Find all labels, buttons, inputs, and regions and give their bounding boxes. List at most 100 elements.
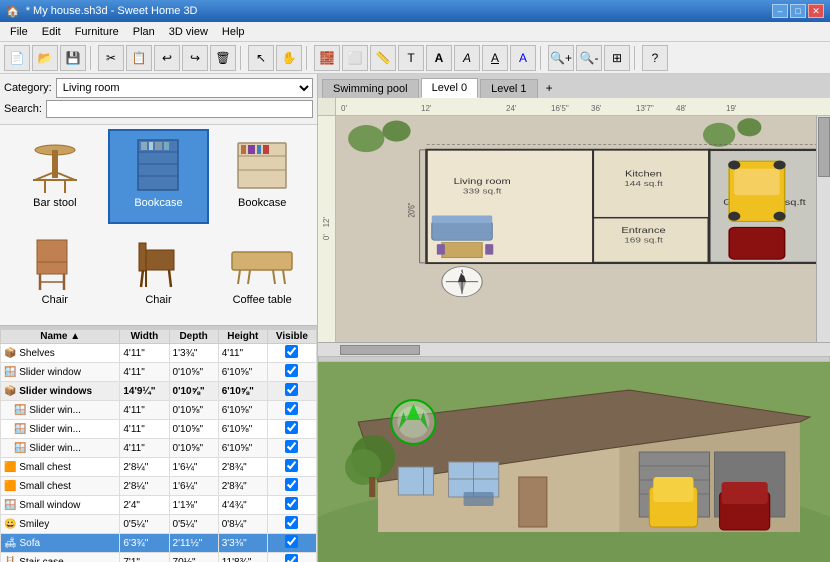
col-visible-header[interactable]: Visible <box>267 330 316 344</box>
tab-level0[interactable]: Level 0 <box>421 78 478 98</box>
furniture-item-bookcase2[interactable]: Bookcase <box>211 129 313 224</box>
menu-furniture[interactable]: Furniture <box>69 24 125 40</box>
furniture-item-bookcase1[interactable]: Bookcase <box>108 129 210 224</box>
text-color[interactable]: A <box>510 45 536 71</box>
table-row[interactable]: 😀 Smiley 0'5¼" 0'5¼" 0'8¼" <box>1 515 317 534</box>
minimize-button[interactable]: – <box>772 4 788 18</box>
table-row[interactable]: 🪟 Slider win... 4'11" 0'10⅝" 6'10⅝" <box>1 401 317 420</box>
col-height-header[interactable]: Height <box>218 330 267 344</box>
add-wall-tool[interactable]: 🧱 <box>314 45 340 71</box>
furniture-item-chair2[interactable]: Chair <box>108 226 210 321</box>
col-name-header[interactable]: Name ▲ <box>1 330 120 344</box>
text-style-u[interactable]: A <box>482 45 508 71</box>
table-row[interactable]: 🛋 Sofa 6'3¾" 2'11½" 3'3⅜" <box>1 534 317 553</box>
menu-file[interactable]: File <box>4 24 34 40</box>
text-style-i[interactable]: A <box>454 45 480 71</box>
row-depth-cell: 0'10⅝" <box>169 439 218 458</box>
cut-button[interactable]: ✂ <box>98 45 124 71</box>
furniture-item-coffee-table[interactable]: Coffee table <box>211 226 313 321</box>
category-select[interactable]: Living room Bedroom Kitchen Bathroom Off… <box>56 78 313 98</box>
floorplan-vscroll[interactable] <box>816 116 830 342</box>
visible-checkbox[interactable] <box>285 497 298 510</box>
visible-checkbox[interactable] <box>285 421 298 434</box>
tab-swimming-pool[interactable]: Swimming pool <box>322 79 419 98</box>
undo-button[interactable]: ↩ <box>154 45 180 71</box>
visible-checkbox[interactable] <box>285 364 298 377</box>
table-row[interactable]: 📦 Slider windows 14'9¼" 0'10⅝" 6'10⅝" <box>1 382 317 401</box>
visible-checkbox[interactable] <box>285 383 298 396</box>
view-3d[interactable] <box>318 362 830 562</box>
coffee-table-label: Coffee table <box>233 294 292 306</box>
row-name-cell: 🛋 Sofa <box>1 534 120 553</box>
furniture-item-chair1[interactable]: Chair <box>4 226 106 321</box>
row-height-cell: 11'8¾" <box>218 553 267 562</box>
row-visible-cell[interactable] <box>267 363 316 382</box>
table-row[interactable]: 🟧 Small chest 2'8¼" 1'6¼" 2'8¾" <box>1 477 317 496</box>
tab-level1[interactable]: Level 1 <box>480 79 537 98</box>
save-button[interactable]: 💾 <box>60 45 86 71</box>
floorplan-upper[interactable]: 0' 12' 24' 36' 48' 16'5" 13'7" 19' 0' 12… <box>318 98 830 342</box>
row-visible-cell[interactable] <box>267 477 316 496</box>
table-row[interactable]: 🪟 Slider win... 4'11" 0'10⅝" 6'10⅝" <box>1 439 317 458</box>
tab-add-button[interactable]: + <box>540 78 559 98</box>
tabs-bar: Swimming pool Level 0 Level 1 + <box>318 74 830 98</box>
menu-plan[interactable]: Plan <box>127 24 161 40</box>
copy-button[interactable]: 📋 <box>126 45 152 71</box>
table-row[interactable]: 🟧 Small chest 2'8¼" 1'6¼" 2'8¾" <box>1 458 317 477</box>
close-button[interactable]: ✕ <box>808 4 824 18</box>
floorplan-svg[interactable]: Living room 339 sq.ft Kitchen 144 sq.ft … <box>336 116 830 342</box>
visible-checkbox[interactable] <box>285 516 298 529</box>
ruler-top: 0' 12' 24' 36' 48' 16'5" 13'7" 19' <box>336 98 830 116</box>
redo-button[interactable]: ↪ <box>182 45 208 71</box>
row-visible-cell[interactable] <box>267 458 316 477</box>
menu-help[interactable]: Help <box>216 24 251 40</box>
visible-checkbox[interactable] <box>285 459 298 472</box>
open-button[interactable]: 📂 <box>32 45 58 71</box>
pan-tool[interactable]: ✋ <box>276 45 302 71</box>
visible-checkbox[interactable] <box>285 478 298 491</box>
visible-checkbox[interactable] <box>285 535 298 548</box>
zoom-out-button[interactable]: 🔍- <box>576 45 602 71</box>
menu-edit[interactable]: Edit <box>36 24 67 40</box>
help-button[interactable]: ? <box>642 45 668 71</box>
row-name-cell: 📦 Shelves <box>1 344 120 363</box>
col-width-header[interactable]: Width <box>120 330 169 344</box>
table-row[interactable]: 📦 Shelves 4'11" 1'3¾" 4'11" <box>1 344 317 363</box>
visible-checkbox[interactable] <box>285 554 298 562</box>
visible-checkbox[interactable] <box>285 345 298 358</box>
right-panel: Swimming pool Level 0 Level 1 + 0' 12' 2… <box>318 74 830 562</box>
row-visible-cell[interactable] <box>267 420 316 439</box>
furniture-item-bar-stool[interactable]: Bar stool <box>4 129 106 224</box>
delete-button[interactable]: 🗑 <box>210 45 236 71</box>
menu-3d-view[interactable]: 3D view <box>163 24 214 40</box>
floorplan-hscroll[interactable] <box>318 342 830 356</box>
row-visible-cell[interactable] <box>267 534 316 553</box>
col-depth-header[interactable]: Depth <box>169 330 218 344</box>
table-row[interactable]: 🪟 Small window 2'4" 1'1⅜" 4'4¾" <box>1 496 317 515</box>
row-depth-cell: 2'11½" <box>169 534 218 553</box>
row-visible-cell[interactable] <box>267 382 316 401</box>
text-style-b[interactable]: A <box>426 45 452 71</box>
add-dimension-tool[interactable]: 📏 <box>370 45 396 71</box>
select-tool[interactable]: ↖ <box>248 45 274 71</box>
add-text-tool[interactable]: T <box>398 45 424 71</box>
row-name-cell: 🪟 Small window <box>1 496 120 515</box>
row-visible-cell[interactable] <box>267 496 316 515</box>
zoom-in-button[interactable]: 🔍+ <box>548 45 574 71</box>
row-visible-cell[interactable] <box>267 439 316 458</box>
table-row[interactable]: 🪜 Stair case 7'1" 70½" 11'8¾" <box>1 553 317 562</box>
table-row[interactable]: 🪟 Slider window 4'11" 0'10⅝" 6'10⅝" <box>1 363 317 382</box>
new-button[interactable]: 📄 <box>4 45 30 71</box>
visible-checkbox[interactable] <box>285 440 298 453</box>
table-row[interactable]: 🪟 Slider win... 4'11" 0'10⅝" 6'10⅝" <box>1 420 317 439</box>
row-visible-cell[interactable] <box>267 515 316 534</box>
zoom-fit-button[interactable]: ⊞ <box>604 45 630 71</box>
search-input[interactable] <box>46 100 313 118</box>
add-room-tool[interactable]: ⬜ <box>342 45 368 71</box>
maximize-button[interactable]: □ <box>790 4 806 18</box>
search-label: Search: <box>4 103 42 115</box>
row-visible-cell[interactable] <box>267 344 316 363</box>
row-visible-cell[interactable] <box>267 553 316 562</box>
visible-checkbox[interactable] <box>285 402 298 415</box>
row-visible-cell[interactable] <box>267 401 316 420</box>
